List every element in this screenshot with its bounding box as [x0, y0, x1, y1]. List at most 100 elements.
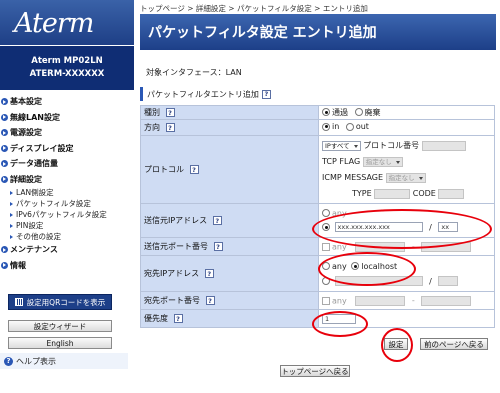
protocol-label-cell: プロトコル ? — [140, 135, 319, 204]
source-ip-slash: / — [429, 222, 432, 232]
back-to-top-button[interactable]: トップページへ戻る — [280, 365, 350, 377]
help-display-link[interactable]: ? ヘルプ表示 — [0, 353, 128, 369]
source-port-any-checkbox[interactable] — [322, 242, 330, 251]
protocol-row: プロトコル ? IPすべて プロトコル番号 TCP FLAG 指定なし ICMP… — [140, 135, 495, 204]
sidebar-item-label: メンテナンス — [10, 245, 58, 255]
source-port-help-icon[interactable]: ? — [213, 242, 223, 251]
source-ip-any-label: any — [332, 208, 347, 218]
direction-value-cell: in out — [318, 119, 495, 136]
type-option-discard[interactable]: 廃棄 — [354, 107, 381, 118]
destination-port-value-cell: any - — [318, 291, 495, 310]
direction-out-label: out — [355, 122, 369, 132]
destination-port-help-icon[interactable]: ? — [205, 296, 215, 305]
sidebar-item[interactable]: メンテナンス — [0, 242, 134, 258]
type-row: 種別 ? 通過 廃棄 — [140, 105, 495, 120]
type-option-pass[interactable]: 通過 — [322, 107, 348, 118]
target-interface: 対象インタフェース：LAN — [146, 68, 242, 77]
sidebar-item[interactable]: 情報 — [0, 258, 134, 274]
source-port-label-cell: 送信元ポート番号 ? — [140, 237, 319, 256]
protocol-select[interactable]: IPすべて — [322, 140, 361, 151]
sidebar-item[interactable]: その他の設定 — [0, 231, 134, 242]
menu-arrow-icon — [1, 113, 8, 121]
sidebar-item-label: 詳細設定 — [10, 174, 42, 184]
sidebar-item-label: 情報 — [10, 260, 26, 270]
model-info: Aterm MP02LN ATERM-XXXXXX — [0, 46, 134, 90]
source-ip-value-cell: any xxx.xxx.xxx.xxx / xx — [318, 203, 495, 238]
logo-banner: Aterm — [0, 0, 134, 46]
destination-port-any-checkbox[interactable] — [322, 296, 330, 305]
destination-ip-address-radio[interactable] — [322, 277, 330, 285]
destination-ip-input[interactable] — [334, 276, 423, 286]
sidebar-item[interactable]: パケットフィルタ設定 — [0, 198, 134, 209]
english-button[interactable]: English — [8, 337, 112, 349]
sidebar-item[interactable]: 無線LAN設定 — [0, 110, 134, 126]
apply-button[interactable]: 設定 — [384, 338, 408, 350]
source-ip-label-cell: 送信元IPアドレス ? — [140, 203, 319, 238]
destination-ip-row: 宛先IPアドレス ? any localhost / — [140, 255, 495, 292]
type-pass-radio[interactable] — [322, 108, 330, 117]
source-ip-address-radio[interactable] — [322, 223, 330, 231]
type-help-icon[interactable]: ? — [165, 108, 175, 117]
sidebar-item[interactable]: LAN側設定 — [0, 187, 134, 198]
main-content: トップページ > 詳細設定 > パケットフィルタ設定 > エントリ追加 パケット… — [140, 0, 496, 377]
sidebar-item-label: パケットフィルタ設定 — [16, 199, 91, 208]
tcp-flag-label: TCP FLAG — [322, 157, 361, 166]
protocol-help-icon[interactable]: ? — [189, 165, 199, 174]
sidebar-item-label: データ通信量 — [10, 159, 58, 169]
device-name: ATERM-XXXXXX — [29, 69, 105, 79]
priority-help-icon[interactable]: ? — [173, 314, 183, 323]
icmp-code-input[interactable] — [438, 188, 465, 199]
destination-ip-address-line: / — [322, 274, 491, 289]
sidebar-item[interactable]: PIN設定 — [0, 220, 134, 231]
direction-out-radio[interactable] — [345, 122, 354, 131]
sidebar: Aterm Aterm MP02LN ATERM-XXXXXX 基本設定 無線LA… — [0, 0, 134, 393]
tcp-flag-select[interactable]: 指定なし — [362, 156, 403, 167]
destination-ip-any-radio[interactable] — [322, 262, 330, 270]
sidebar-item[interactable]: 基本設定 — [0, 94, 134, 110]
sidebar-item[interactable]: ディスプレイ設定 — [0, 141, 134, 157]
section-title: パケットフィルタエントリ追加 — [147, 89, 259, 99]
icmp-type-label: TYPE — [352, 189, 372, 198]
source-ip-any-radio[interactable] — [322, 209, 330, 217]
source-port-from-input[interactable] — [355, 241, 406, 252]
direction-option-in[interactable]: in — [322, 122, 339, 131]
qr-button-label: 設定用QRコードを表示 — [26, 297, 106, 307]
page-title: パケットフィルタ設定 エントリ追加 — [148, 25, 377, 41]
type-discard-radio[interactable] — [354, 108, 363, 117]
section-header: パケットフィルタエントリ追加 ? — [140, 87, 496, 101]
source-ip-input[interactable]: xxx.xxx.xxx.xxx — [334, 222, 423, 232]
show-qr-code-button[interactable]: 設定用QRコードを表示 — [8, 294, 112, 310]
protocol-line-1: IPすべて プロトコル番号 — [322, 138, 491, 154]
source-port-to-input[interactable] — [421, 241, 472, 252]
direction-option-out[interactable]: out — [345, 122, 369, 132]
protocol-number-input[interactable] — [421, 140, 466, 151]
destination-ip-label-cell: 宛先IPアドレス ? — [140, 255, 319, 292]
destination-ip-help-icon[interactable]: ? — [204, 269, 214, 278]
direction-help-icon[interactable]: ? — [165, 123, 175, 132]
submenu-arrow-icon — [10, 201, 13, 206]
sidebar-item[interactable]: IPv6パケットフィルタ設定 — [0, 209, 134, 220]
section-help-icon[interactable]: ? — [261, 89, 271, 99]
sidebar-item-label: 電源設定 — [10, 128, 42, 138]
source-ip-help-icon[interactable]: ? — [212, 216, 222, 225]
source-ip-mask-input[interactable]: xx — [438, 222, 459, 232]
destination-port-to-input[interactable] — [421, 295, 472, 306]
priority-label: 優先度 — [144, 314, 168, 323]
icmp-message-select[interactable]: 指定なし — [385, 172, 426, 183]
direction-in-radio[interactable] — [322, 122, 330, 131]
destination-ip-mask-input[interactable] — [438, 276, 459, 286]
sidebar-item[interactable]: 電源設定 — [0, 125, 134, 141]
help-icon: ? — [4, 356, 13, 366]
destination-ip-localhost-radio[interactable] — [351, 262, 360, 270]
menu-arrow-icon — [1, 129, 8, 137]
menu-arrow-icon — [1, 175, 8, 183]
sidebar-item[interactable]: 詳細設定 — [0, 172, 134, 188]
icmp-type-input[interactable] — [374, 188, 411, 199]
back-to-previous-button[interactable]: 前のページへ戻る — [420, 338, 488, 350]
destination-port-from-input[interactable] — [355, 295, 406, 306]
menu-arrow-icon — [1, 98, 8, 106]
submenu-arrow-icon — [10, 212, 13, 217]
priority-input[interactable]: 1 — [322, 313, 356, 324]
sidebar-item[interactable]: データ通信量 — [0, 156, 134, 172]
setup-wizard-button[interactable]: 設定ウィザード — [8, 320, 112, 332]
